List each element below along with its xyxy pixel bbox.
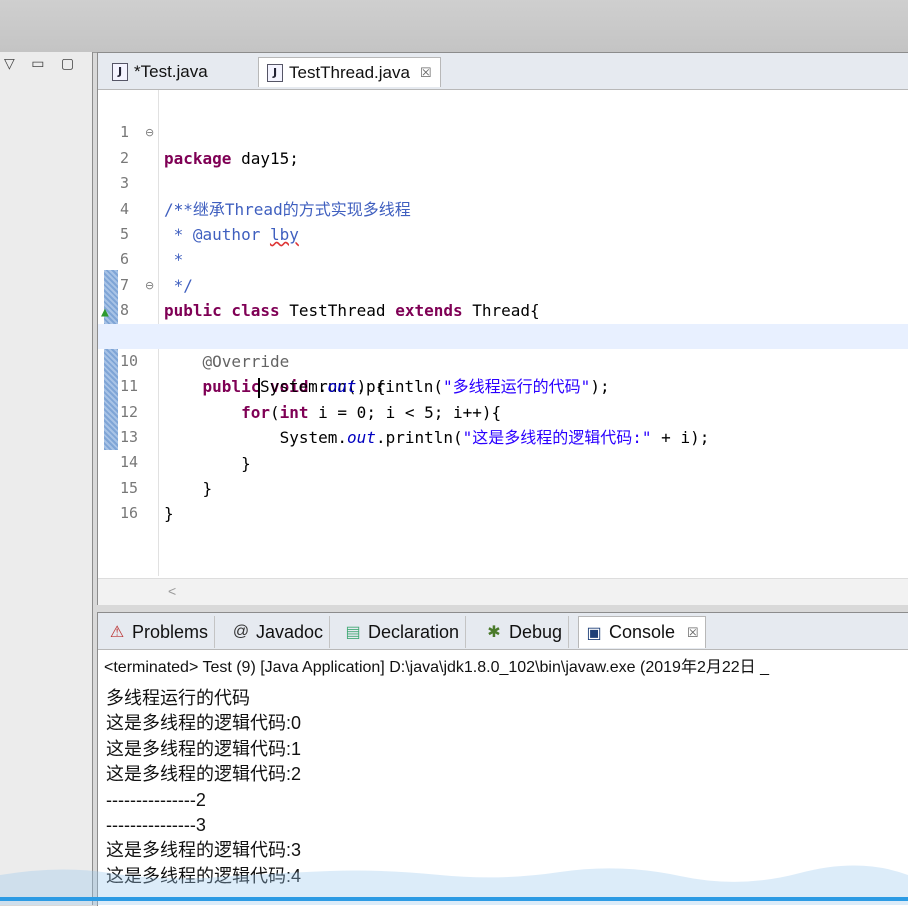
tab-javadoc[interactable]: @ Javadoc bbox=[226, 616, 331, 648]
problems-icon: ⚠ bbox=[109, 624, 125, 641]
tab-test-java[interactable]: J *Test.java bbox=[104, 57, 216, 87]
console-icon: ▣ bbox=[586, 624, 602, 642]
console-status: <terminated> Test (9) [Java Application]… bbox=[104, 659, 769, 676]
tab-console[interactable]: ▣ Console ☒ bbox=[578, 616, 706, 648]
close-icon[interactable]: ☒ bbox=[687, 625, 699, 641]
console-line: ---------------3 bbox=[106, 814, 206, 835]
code-line: 14 } bbox=[98, 425, 908, 497]
code-line: 4 * @author lby bbox=[98, 171, 908, 244]
code-line: 16 bbox=[98, 476, 908, 522]
debug-icon: ✱ bbox=[487, 624, 501, 641]
console-line: 这是多线程的逻辑代码:1 bbox=[106, 738, 302, 759]
tab-label: Javadoc bbox=[256, 621, 324, 642]
tab-debug[interactable]: ✱ Debug bbox=[479, 616, 570, 648]
tab-label: Debug bbox=[509, 621, 563, 642]
window-top-bar bbox=[0, 0, 908, 53]
code-line: 3 * 继承Thread的方式实现多线程 bbox=[98, 146, 908, 218]
java-file-icon: J bbox=[267, 63, 283, 82]
tab-testthread-java[interactable]: J TestThread.java ☒ bbox=[258, 57, 441, 87]
code-line: 11 for(int i = 0; i < 5; i++){ bbox=[98, 349, 908, 421]
code-line: 6 */ bbox=[98, 222, 908, 294]
code-line: 12 System.out.println("这是多线程的逻辑代码:" + i)… bbox=[98, 374, 908, 447]
tab-label: *Test.java bbox=[134, 62, 208, 81]
left-view-panel: ▽ ▭ ▢ bbox=[0, 52, 93, 905]
code-line: 13 } bbox=[98, 400, 908, 472]
tab-label: Declaration bbox=[368, 621, 460, 642]
code-line: 7 public class TestThread extends Thread… bbox=[98, 247, 908, 320]
code-text: } bbox=[164, 504, 174, 524]
declaration-icon: ▤ bbox=[345, 624, 361, 641]
decorative-wave-overlay bbox=[0, 865, 908, 905]
tab-label: Problems bbox=[132, 621, 209, 642]
code-line: 5 * bbox=[98, 197, 908, 269]
view-controls[interactable]: ▽ ▭ ▢ bbox=[4, 56, 80, 80]
fold-collapse-icon[interactable]: ⊖ bbox=[145, 273, 154, 298]
code-line: 8 ⊖ @Override bbox=[98, 273, 908, 371]
code-line: 15 } bbox=[98, 450, 908, 523]
code-line: 2 ⊖ /** bbox=[98, 120, 908, 218]
code-editor[interactable]: 1 package day15; 2 ⊖ /** 3 * 继承Thread的方式… bbox=[98, 95, 908, 523]
console-line: 多线程运行的代码 bbox=[106, 688, 250, 708]
code-line-current: 10 System.out.println("多线程运行的代码"); bbox=[98, 323, 908, 398]
tab-label: TestThread.java bbox=[289, 62, 410, 82]
tab-problems[interactable]: ⚠ Problems bbox=[102, 616, 216, 648]
line-number: 16 bbox=[120, 504, 139, 523]
editor-tab-bar: J *Test.java J TestThread.java ☒ bbox=[98, 53, 908, 90]
console-line: 这是多线程的逻辑代码:2 bbox=[106, 764, 302, 785]
tab-label: Console bbox=[609, 622, 676, 642]
fold-collapse-icon[interactable]: ⊖ bbox=[145, 120, 154, 145]
close-icon[interactable]: ☒ bbox=[420, 65, 432, 81]
horizontal-scrollbar[interactable]: < bbox=[98, 578, 908, 605]
bottom-tab-bar: ⚠ Problems @ Javadoc ▤ Declaration ✱ Deb… bbox=[98, 613, 908, 650]
java-file-icon: J bbox=[112, 63, 128, 81]
javadoc-icon: @ bbox=[232, 623, 250, 640]
console-line: 这是多线程的逻辑代码:0 bbox=[106, 713, 302, 734]
editor-area: J *Test.java J TestThread.java ☒ 1 packa… bbox=[97, 52, 908, 605]
tab-declaration[interactable]: ▤ Declaration bbox=[338, 616, 467, 648]
override-marker-icon[interactable]: ▲ bbox=[101, 300, 109, 325]
code-line: 1 package day15; bbox=[98, 95, 908, 167]
scroll-left-icon[interactable]: < bbox=[168, 583, 176, 599]
console-line: ---------------2 bbox=[106, 789, 206, 810]
code-line: 9 ▲ public void run() { bbox=[98, 298, 908, 396]
